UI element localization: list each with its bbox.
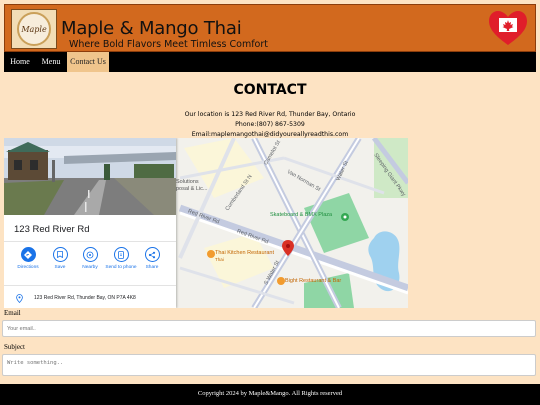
contact-heading: CONTACT <box>233 82 307 98</box>
site-header: Maple Maple & Mango Thai Where Bold Flav… <box>4 4 536 52</box>
nav-contact-us[interactable]: Contact Us <box>67 52 109 72</box>
street-view-photo[interactable] <box>4 138 176 215</box>
canada-flag-heart-icon <box>489 11 527 45</box>
site-footer: Copyright 2024 by Maple&Mango. All Right… <box>0 384 540 405</box>
save-label: Save <box>54 265 66 270</box>
share-button[interactable]: Share <box>136 247 168 271</box>
email-label: Email <box>4 309 21 317</box>
map-label-thai-kitchen-sub: Thai <box>215 257 224 262</box>
bookmark-icon <box>52 247 68 262</box>
embedded-map[interactable]: Skateboard & BMX Plaza Thai Kitchen Rest… <box>4 138 408 308</box>
directions-button[interactable]: Directions <box>12 247 44 271</box>
map-label-thai-kitchen: Thai Kitchen Restaurant <box>215 250 275 256</box>
share-icon <box>144 247 160 262</box>
restaurant-logo-icon: Maple <box>17 12 51 46</box>
directions-icon <box>20 247 36 262</box>
nearby-button[interactable]: Nearby <box>74 247 106 271</box>
subject-label: Subject <box>4 343 25 351</box>
logo-text: Maple <box>21 24 47 34</box>
nearby-icon <box>82 247 98 262</box>
email-text: Email:maplemangothai@didyoureallyreadthi… <box>191 131 349 138</box>
send-to-phone-icon <box>113 247 129 262</box>
site-title: Maple & Mango Thai <box>61 18 242 39</box>
subject-field[interactable] <box>2 354 536 376</box>
place-info-card: 123 Red River Rd Directions Save Nearby … <box>4 138 176 308</box>
email-field[interactable] <box>2 320 536 337</box>
card-divider <box>4 285 176 286</box>
share-label: Share <box>145 265 159 270</box>
address-text: 123 Red River Rd, Thunder Bay, ON P7A 4K… <box>34 295 136 301</box>
directions-label: Directions <box>17 265 39 270</box>
restaurant-pin-icon <box>207 250 215 258</box>
nav-home[interactable]: Home <box>4 52 36 72</box>
phone-text: Phone:(807) 867-5309 <box>235 121 305 128</box>
nav-menu[interactable]: Menu <box>36 52 66 72</box>
bar-pin-icon <box>277 277 285 285</box>
card-divider <box>4 241 176 242</box>
place-name: 123 Red River Rd <box>14 224 90 235</box>
map-label-bight: Bight Restaurant & Bar <box>285 278 342 284</box>
location-text: Our location is 123 Red River Rd, Thunde… <box>184 111 356 118</box>
copyright-text: Copyright 2024 by Maple&Mango. All Right… <box>197 390 343 397</box>
save-button[interactable]: Save <box>44 247 76 271</box>
address-row[interactable]: 123 Red River Rd, Thunder Bay, ON P7A 4K… <box>4 290 176 308</box>
restaurant-logo[interactable]: Maple <box>11 9 57 49</box>
main-nav: Home Menu Contact Us <box>4 52 536 72</box>
map-label-solutions: Solutions <box>176 179 199 185</box>
site-tagline: Where Bold Flavors Meet Timless Comfort <box>69 39 268 50</box>
map-label-solutions-sub: posal & Lic... <box>176 186 208 192</box>
send-to-phone-label: Send to phone <box>105 265 137 270</box>
location-marker-icon <box>16 294 23 303</box>
nearby-label: Nearby <box>82 265 98 270</box>
send-to-phone-button[interactable]: Send to phone <box>105 247 137 271</box>
map-label-skateboard: Skateboard & BMX Plaza <box>270 212 333 218</box>
